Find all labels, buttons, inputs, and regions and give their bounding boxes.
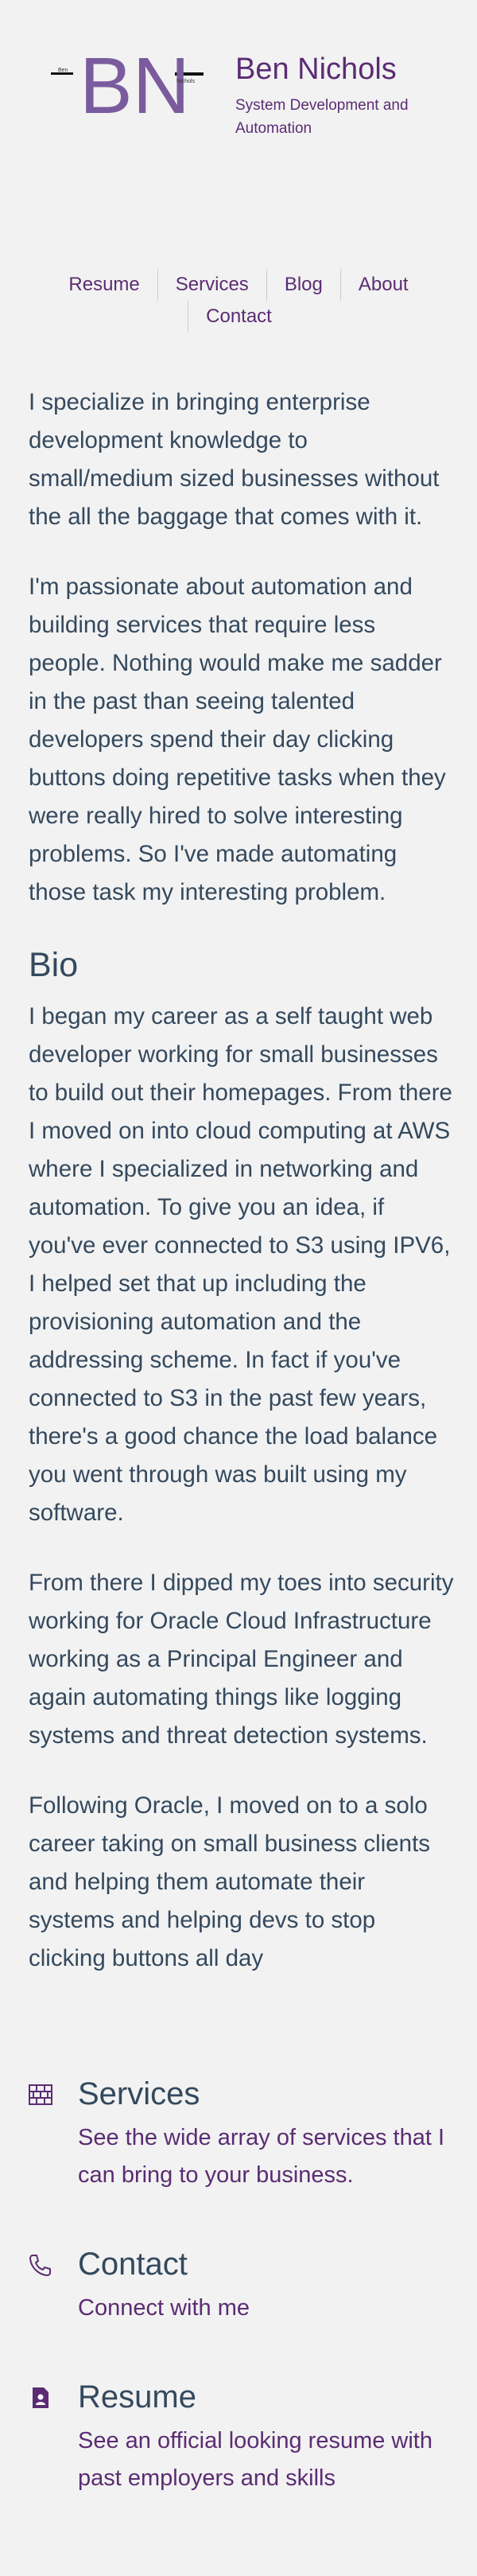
intro-paragraph: I'm passionate about automation and buil…: [29, 574, 446, 905]
nav-resume[interactable]: Resume: [51, 269, 157, 301]
nav-row: Resume Services Blog About: [0, 269, 477, 301]
nav-row: Contact: [0, 301, 477, 333]
services-card-title[interactable]: Services: [78, 2073, 455, 2115]
phone-icon: [29, 2253, 52, 2277]
feature-cards: Services See the wide array of services …: [29, 2073, 455, 2547]
bn-logo-icon: BN Ben Nichols: [51, 48, 204, 118]
resume-card-title[interactable]: Resume: [78, 2376, 455, 2418]
resume-card[interactable]: Resume See an official looking resume wi…: [29, 2376, 455, 2497]
contact-card-title[interactable]: Contact: [78, 2243, 455, 2285]
bio-paragraph: Following Oracle, I moved on to a solo c…: [29, 1792, 431, 1971]
resume-card-text[interactable]: See an official looking resume with past…: [78, 2422, 455, 2497]
contact-card[interactable]: Contact Connect with me: [29, 2243, 455, 2327]
svg-text:Ben: Ben: [58, 68, 68, 73]
bricks-icon: [29, 2083, 52, 2107]
svg-text:BN: BN: [80, 48, 190, 118]
site-logo[interactable]: BN Ben Nichols: [51, 48, 204, 118]
svg-text:Nichols: Nichols: [176, 79, 195, 84]
services-card[interactable]: Services See the wide array of services …: [29, 2073, 455, 2194]
bio-heading: Bio: [29, 946, 79, 984]
site-subtitle: System Development and Automation: [235, 97, 409, 137]
site-title[interactable]: Ben Nichols: [235, 53, 397, 87]
nav-about[interactable]: About: [339, 269, 426, 301]
nav-blog[interactable]: Blog: [266, 269, 340, 301]
bio-paragraph: I began my career as a self taught web d…: [29, 1003, 452, 1526]
nav-contact[interactable]: Contact: [188, 301, 289, 333]
contact-card-text[interactable]: Connect with me: [78, 2290, 455, 2327]
nav-services[interactable]: Services: [157, 269, 266, 301]
site-header: BN Ben Nichols Ben Nichols System Develo…: [0, 0, 477, 231]
main-content: I specialize in bringing enterprise deve…: [29, 383, 455, 2010]
document-icon: [29, 2386, 52, 2410]
bio-paragraph: From there I dipped my toes into securit…: [29, 1570, 454, 1749]
intro-paragraph: I specialize in bringing enterprise deve…: [29, 389, 440, 530]
main-nav: Resume Services Blog About Contact: [0, 269, 477, 333]
services-card-text[interactable]: See the wide array of services that I ca…: [78, 2119, 455, 2194]
